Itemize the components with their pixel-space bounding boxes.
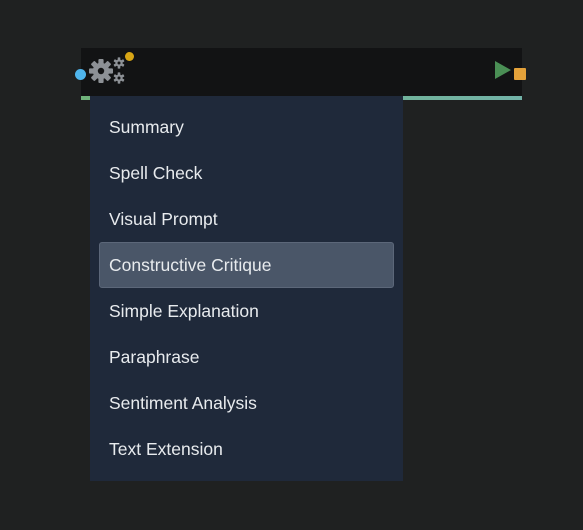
menu-item-constructive-critique[interactable]: Constructive Critique [99,242,394,288]
play-icon[interactable] [494,60,512,80]
menu-item-simple-explanation[interactable]: Simple Explanation [99,288,394,334]
status-indicator-dot [125,52,134,61]
menu-item-text-extension[interactable]: Text Extension [99,426,394,472]
menu-item-spell-check[interactable]: Spell Check [99,150,394,196]
input-port[interactable] [75,69,86,80]
prompt-type-dropdown-menu: Summary Spell Check Visual Prompt Constr… [90,96,403,481]
output-port[interactable] [514,68,526,80]
menu-item-visual-prompt[interactable]: Visual Prompt [99,196,394,242]
prompt-node[interactable] [75,48,526,100]
menu-item-paraphrase[interactable]: Paraphrase [99,334,394,380]
menu-item-summary[interactable]: Summary [99,104,394,150]
node-canvas[interactable]: Summary Spell Check Visual Prompt Constr… [0,0,583,530]
menu-item-sentiment-analysis[interactable]: Sentiment Analysis [99,380,394,426]
